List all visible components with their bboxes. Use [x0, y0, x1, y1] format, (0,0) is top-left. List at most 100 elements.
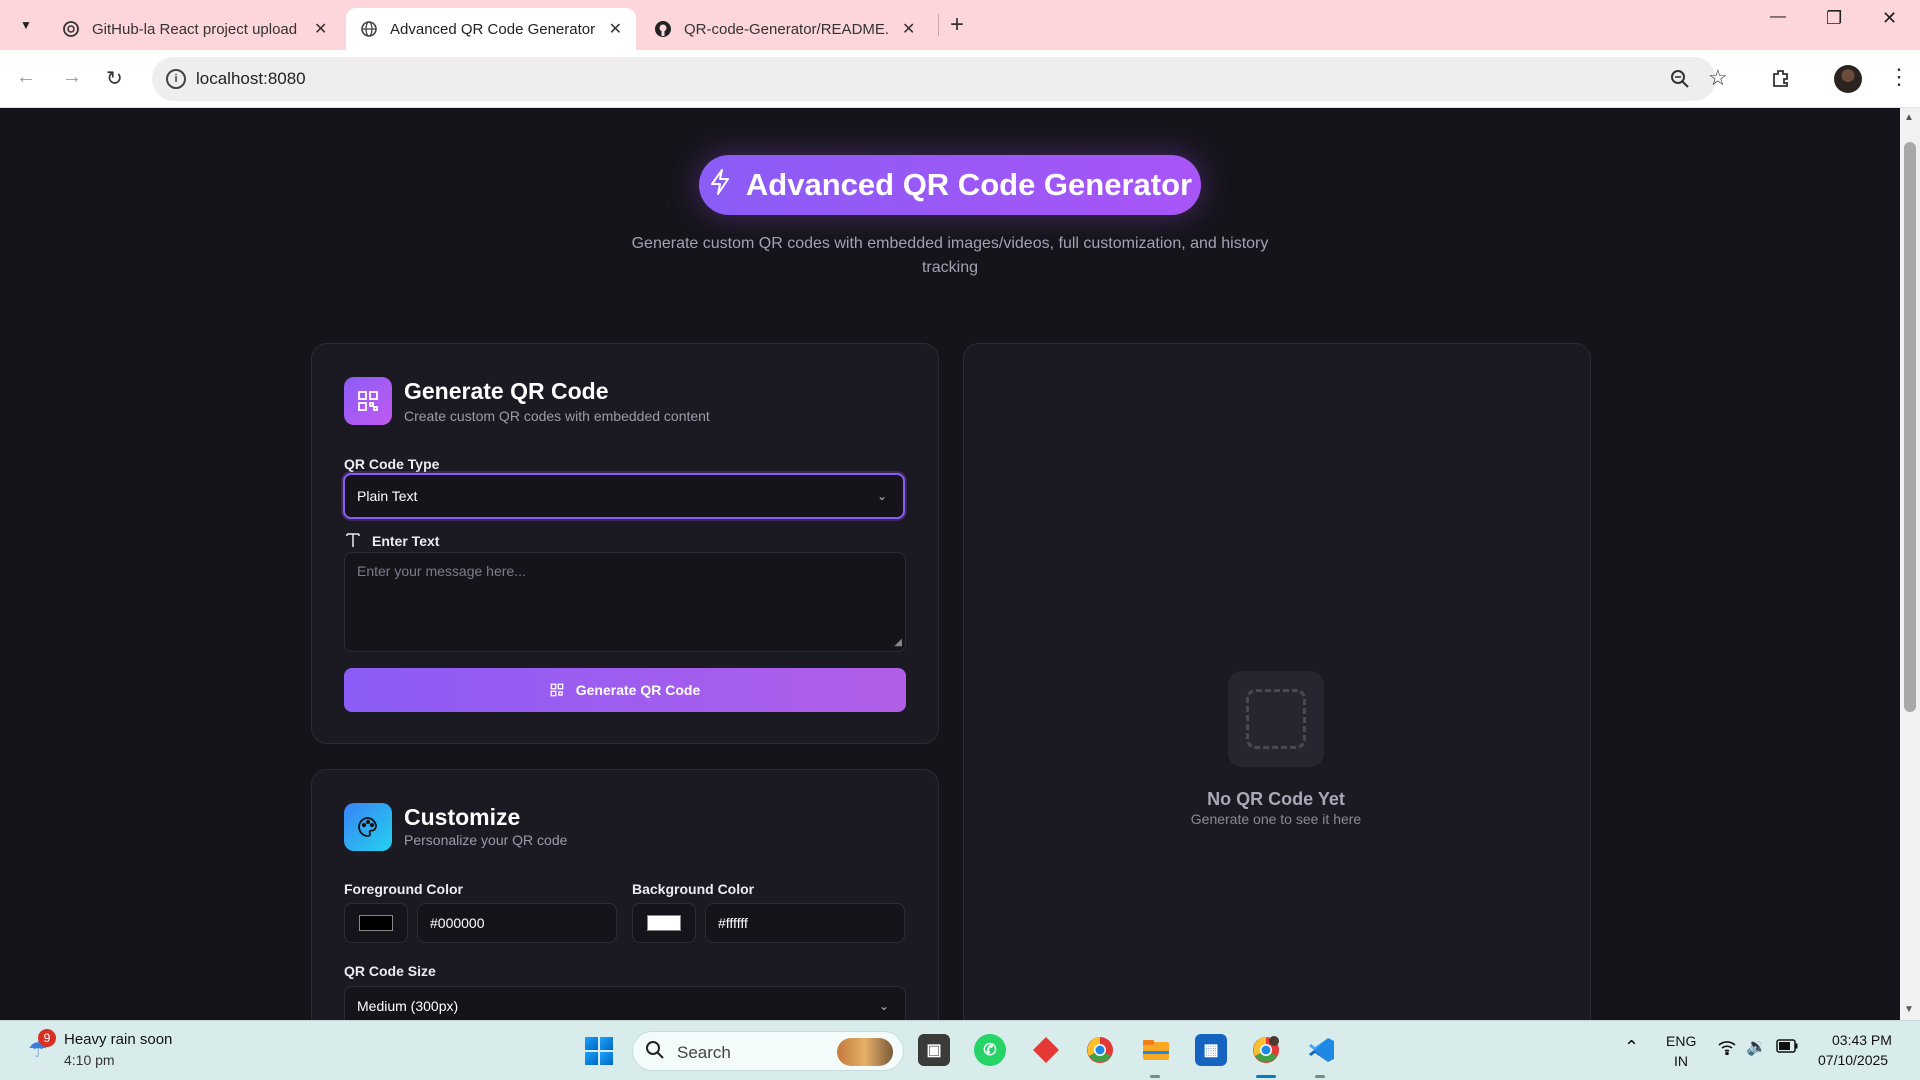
qr-code-icon [550, 683, 564, 697]
openai-favicon-icon [62, 20, 80, 38]
browser-tab-bar: ▼ GitHub-la React project upload ✕ Advan… [0, 0, 1920, 50]
tab-search-chevron-icon[interactable]: ▼ [12, 12, 40, 38]
empty-qr-placeholder [1228, 671, 1324, 767]
text-type-icon [345, 532, 361, 553]
close-tab-icon[interactable]: ✕ [609, 19, 622, 39]
empty-state-title: No QR Code Yet [1207, 789, 1345, 809]
chevron-down-icon: ⌄ [878, 999, 889, 1013]
customize-card: Customize Personalize your QR code Foreg… [311, 769, 939, 1020]
generate-qr-button[interactable]: Generate QR Code [344, 668, 906, 712]
background-color-picker[interactable] [632, 903, 696, 943]
dashed-square-icon [1246, 689, 1306, 749]
clock-date: 07/10/2025 [1818, 1052, 1889, 1068]
tab-title: QR-code-Generator/README.n [684, 20, 890, 38]
windows-start-icon[interactable] [585, 1037, 613, 1065]
task-view-icon[interactable]: ▣ [918, 1034, 950, 1066]
generate-card-subtitle: Create custom QR codes with embedded con… [404, 408, 710, 424]
generate-button-label: Generate QR Code [575, 682, 701, 698]
background-color-label: Background Color [632, 881, 755, 897]
forward-arrow-icon[interactable]: → [62, 66, 82, 89]
taskbar-search[interactable]: Search [632, 1031, 904, 1071]
qr-size-label: QR Code Size [344, 963, 436, 979]
enter-text-label: Enter Text [372, 533, 440, 549]
github-icon [654, 20, 672, 38]
tab-title: Advanced QR Code Generator - [390, 20, 597, 38]
search-placeholder: Search [677, 1043, 731, 1062]
file-explorer-icon[interactable] [1140, 1034, 1172, 1066]
scrollbar-thumb[interactable] [1904, 142, 1916, 712]
resize-grip-icon[interactable]: ◢ [894, 637, 902, 648]
scroll-up-arrow-icon[interactable]: ▲ [1904, 112, 1914, 123]
scroll-down-arrow-icon[interactable]: ▼ [1904, 1004, 1914, 1015]
close-tab-icon[interactable]: ✕ [314, 19, 327, 39]
url-text: localhost:8080 [196, 69, 306, 88]
qr-code-icon [344, 377, 392, 425]
qr-size-select[interactable]: Medium (300px) ⌄ [344, 986, 906, 1020]
back-arrow-icon[interactable]: ← [16, 66, 36, 89]
generate-card-title: Generate QR Code [404, 378, 609, 404]
wifi-icon[interactable] [1718, 1039, 1736, 1058]
language-line1[interactable]: ENG [1666, 1033, 1696, 1049]
tab-title: GitHub-la React project upload [92, 20, 298, 38]
hero-title-badge: Advanced QR Code Generator [699, 155, 1201, 215]
volume-icon[interactable]: 🔉 [1746, 1037, 1767, 1057]
site-info-icon[interactable]: i [166, 69, 186, 89]
hero-subtitle: Generate custom QR codes with embedded i… [631, 235, 1269, 276]
qr-size-value: Medium (300px) [357, 998, 459, 1014]
running-indicator [1315, 1075, 1325, 1078]
search-icon [645, 1040, 665, 1065]
app-page: Advanced QR Code Generator Generate cust… [0, 108, 1900, 1020]
qr-type-select[interactable]: Plain Text ⌄ [343, 473, 905, 519]
profile-avatar[interactable] [1834, 65, 1862, 93]
textarea-placeholder: Enter your message here... [357, 563, 526, 579]
browser-toolbar: ← → ↻ i localhost:8080 ☆ ⋮ [0, 50, 1920, 108]
search-highlight-image [837, 1038, 893, 1066]
background-swatch [647, 915, 681, 931]
vscode-icon[interactable] [1305, 1034, 1337, 1066]
running-indicator [1150, 1075, 1160, 1078]
foreground-swatch [359, 915, 393, 931]
customize-card-title: Customize [404, 804, 521, 830]
page-scrollbar[interactable]: ▲ ▼ [1900, 108, 1920, 1020]
foreground-hex-input[interactable]: #000000 [417, 903, 617, 943]
tab-separator [938, 14, 939, 36]
tab-github-la[interactable]: GitHub-la React project upload ✕ [48, 8, 341, 50]
microsoft-store-icon[interactable]: ▦ [1195, 1034, 1227, 1066]
weather-text[interactable]: Heavy rain soon [64, 1031, 172, 1048]
zoom-icon[interactable] [1670, 69, 1690, 94]
extensions-puzzle-icon[interactable] [1770, 67, 1792, 95]
customize-card-subtitle: Personalize your QR code [404, 832, 568, 848]
red-diamond-app-icon[interactable] [1030, 1034, 1062, 1066]
address-bar[interactable]: i localhost:8080 ☆ [152, 57, 1728, 101]
show-hidden-icons-chevron-icon[interactable]: ⌃ [1624, 1037, 1639, 1058]
chrome-profile-icon[interactable] [1250, 1034, 1282, 1066]
qr-type-label: QR Code Type [344, 456, 440, 472]
globe-icon [360, 20, 378, 38]
foreground-color-picker[interactable] [344, 903, 408, 943]
browser-menu-icon[interactable]: ⋮ [1888, 64, 1910, 90]
lightning-icon [708, 168, 732, 203]
close-tab-icon[interactable]: ✕ [902, 19, 915, 39]
restore-icon[interactable]: ❐ [1826, 8, 1842, 29]
message-textarea[interactable]: Enter your message here... ◢ [344, 552, 906, 652]
background-hex-input[interactable]: #ffffff [705, 903, 905, 943]
minimize-icon[interactable]: — [1770, 8, 1786, 26]
close-window-icon[interactable]: ✕ [1882, 8, 1897, 29]
foreground-color-label: Foreground Color [344, 881, 463, 897]
clock-time[interactable]: 03:43 PM [1832, 1032, 1892, 1048]
reload-icon[interactable]: ↻ [106, 66, 123, 91]
generate-card: Generate QR Code Create custom QR codes … [311, 343, 939, 744]
tab-readme[interactable]: QR-code-Generator/README.n ✕ [640, 8, 929, 50]
bookmark-star-icon[interactable]: ☆ [1708, 65, 1728, 91]
hero-title: Advanced QR Code Generator [745, 167, 1193, 202]
qr-type-value: Plain Text [357, 488, 418, 504]
battery-icon[interactable] [1776, 1039, 1798, 1056]
whatsapp-icon[interactable]: ✆ [974, 1034, 1006, 1066]
weather-notification-badge: 9 [38, 1029, 56, 1047]
empty-state-subtitle: Generate one to see it here [1190, 811, 1362, 827]
new-tab-plus-icon[interactable]: + [950, 11, 964, 39]
chrome-icon[interactable] [1084, 1034, 1116, 1066]
windows-taskbar: ☂ 9 Heavy rain soon 4:10 pm Search ▣ ✆ ▦… [0, 1020, 1920, 1080]
tab-qr-generator[interactable]: Advanced QR Code Generator - ✕ [346, 8, 636, 50]
chevron-down-icon: ⌄ [876, 489, 887, 503]
